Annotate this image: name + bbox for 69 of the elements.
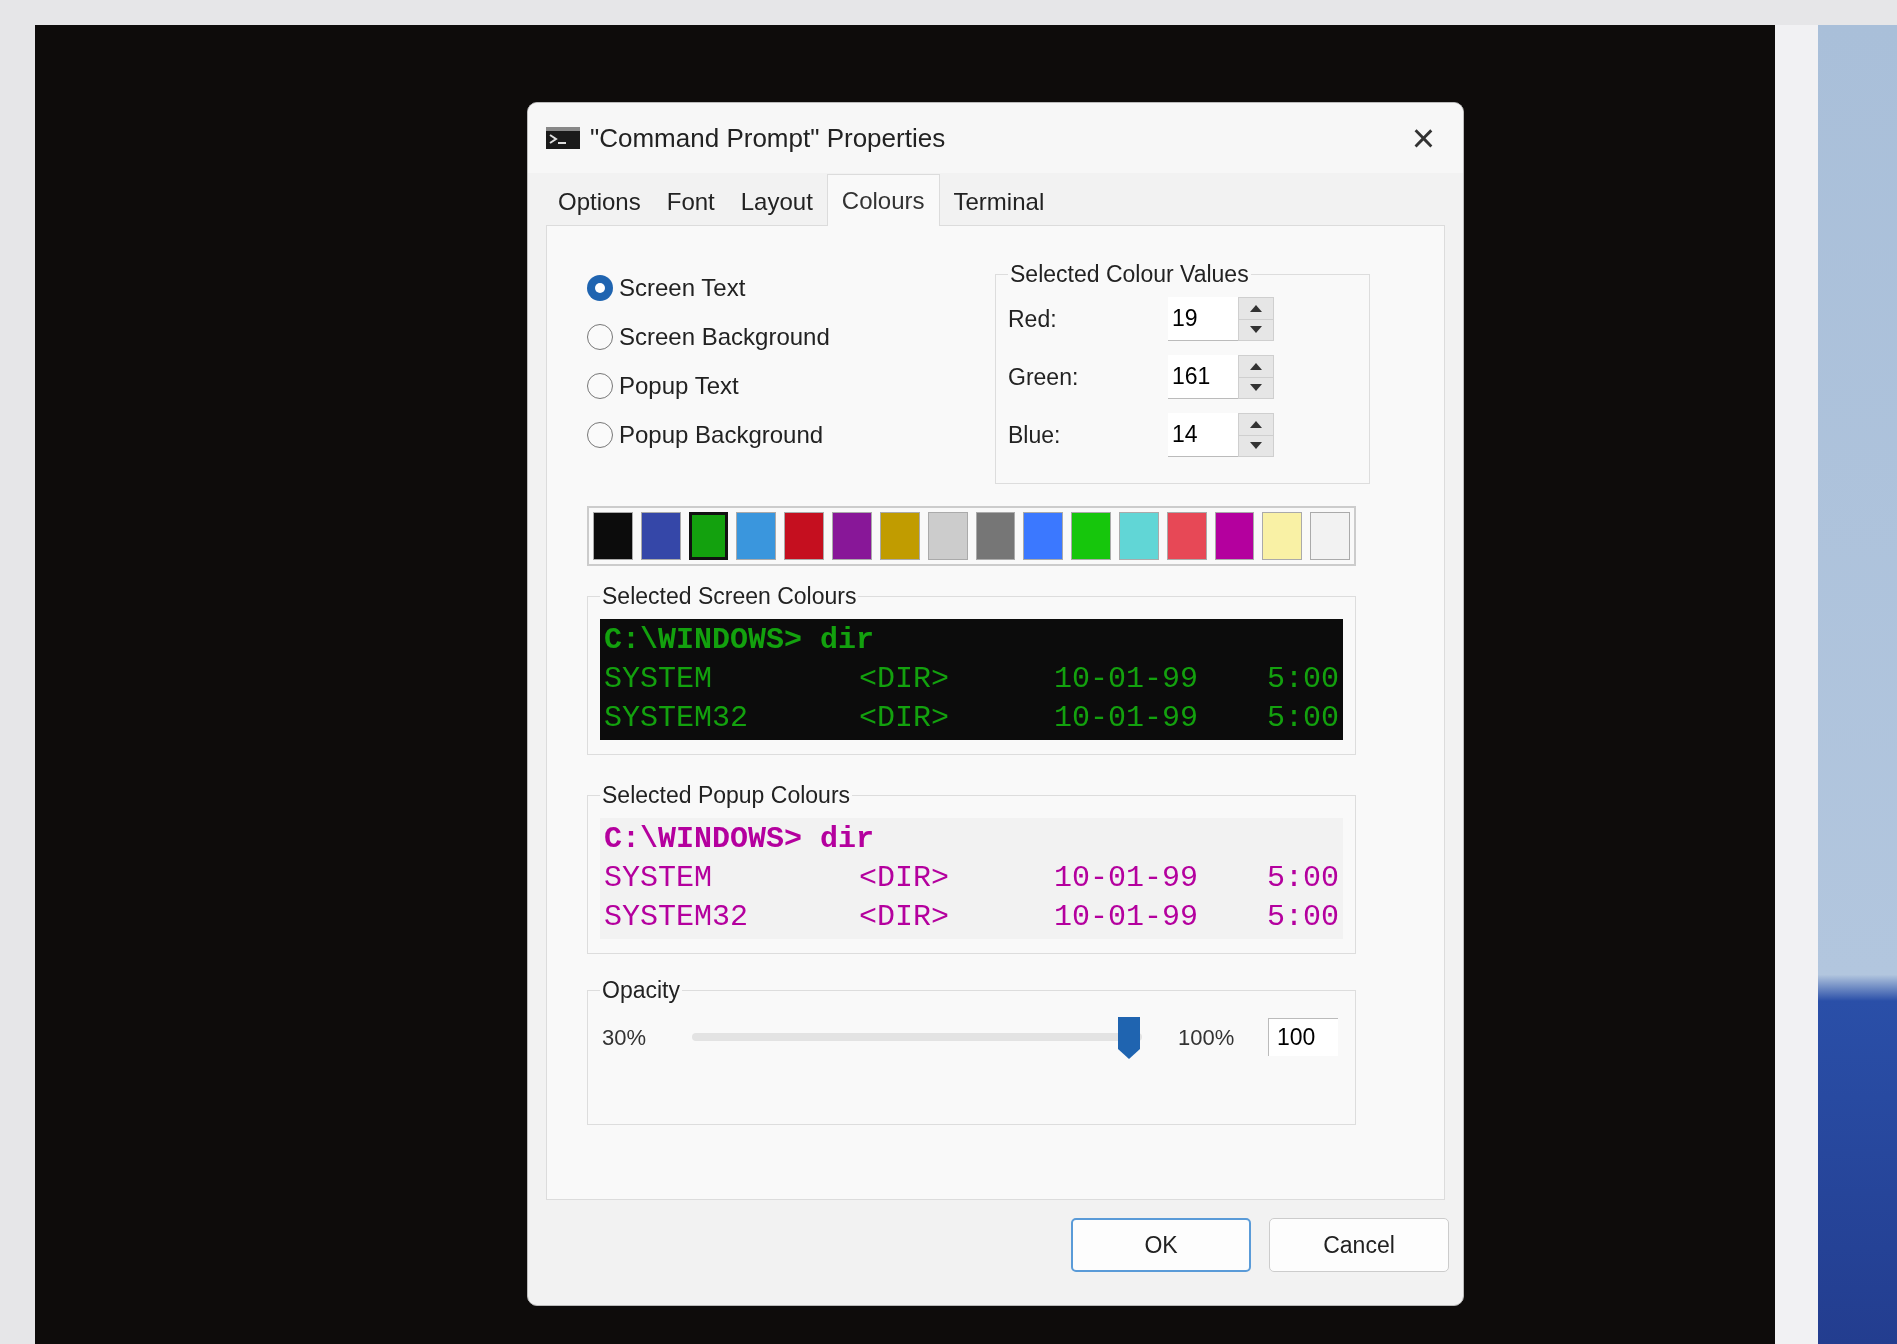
radio-option[interactable]: Screen Background bbox=[587, 319, 995, 354]
radio-button[interactable] bbox=[587, 372, 613, 399]
colour-swatch[interactable] bbox=[927, 512, 968, 560]
colour-swatch[interactable] bbox=[784, 512, 825, 560]
up-arrow-icon bbox=[1250, 420, 1262, 428]
tab[interactable]: Font bbox=[654, 179, 727, 225]
opacity-slider[interactable] bbox=[692, 1017, 1142, 1057]
radio-button[interactable] bbox=[587, 274, 613, 301]
up-arrow-icon bbox=[1250, 362, 1262, 370]
tab[interactable]: Options bbox=[546, 179, 653, 225]
colour-swatch[interactable] bbox=[640, 512, 681, 560]
radio-option[interactable]: Screen Text bbox=[587, 270, 995, 305]
number-field[interactable]: 14 bbox=[1168, 413, 1238, 457]
preview-cell-text: 5:00 bbox=[1267, 899, 1337, 936]
console-icon bbox=[546, 127, 580, 149]
preview-cell-text: SYSTEM32 bbox=[604, 899, 750, 936]
colour-swatch[interactable] bbox=[1071, 512, 1111, 560]
field-label: Blue: bbox=[1008, 420, 1062, 450]
up-arrow-icon bbox=[1250, 304, 1262, 312]
preview-cell-text: 5:00 bbox=[1267, 860, 1337, 897]
colour-swatch[interactable] bbox=[1023, 512, 1064, 560]
opacity-field[interactable]: 100 bbox=[1268, 1018, 1338, 1056]
preview-cell-text: 10-01-99 bbox=[1054, 700, 1200, 737]
preview-cell-text: SYSTEM bbox=[604, 661, 714, 698]
tab[interactable]: Colours bbox=[826, 174, 940, 226]
number-field[interactable]: 161 bbox=[1168, 355, 1238, 399]
tab[interactable]: Terminal bbox=[941, 179, 1057, 225]
tab[interactable]: Layout bbox=[728, 179, 825, 225]
preview-cell-text: <DIR> bbox=[859, 661, 950, 698]
colour-swatch[interactable] bbox=[1118, 512, 1159, 560]
down-arrow-icon bbox=[1250, 384, 1262, 392]
preview-cell-text: 5:00 bbox=[1267, 661, 1337, 698]
down-arrow-icon bbox=[1250, 442, 1262, 450]
min-label: 30% bbox=[602, 1023, 648, 1052]
colour-swatch[interactable] bbox=[736, 512, 777, 560]
max-label: 100% bbox=[1178, 1023, 1236, 1052]
radio-option[interactable]: Popup Text bbox=[587, 368, 995, 403]
preview-cell-text: 10-01-99 bbox=[1054, 661, 1200, 698]
dialog-button[interactable]: Cancel bbox=[1269, 1218, 1449, 1272]
preview-cell-text: 10-01-99 bbox=[1054, 860, 1200, 897]
slider-thumb[interactable] bbox=[1116, 1017, 1142, 1059]
dialog-button[interactable]: OK bbox=[1071, 1218, 1251, 1272]
colour-swatch[interactable] bbox=[593, 512, 633, 560]
radio-button[interactable] bbox=[587, 323, 613, 350]
radio-button[interactable] bbox=[587, 421, 613, 448]
field-label: Green: bbox=[1008, 362, 1080, 392]
colour-swatch[interactable] bbox=[832, 512, 872, 560]
colour-swatch[interactable] bbox=[688, 512, 729, 560]
colour-swatch[interactable] bbox=[879, 512, 920, 560]
preview-line: C:\WINDOWS> dir bbox=[604, 821, 875, 858]
colour-swatch[interactable] bbox=[1166, 512, 1207, 560]
number-field[interactable]: 19 bbox=[1168, 297, 1238, 341]
radio-option[interactable]: Popup Background bbox=[587, 417, 995, 452]
down-arrow-icon bbox=[1250, 326, 1262, 334]
colour-swatch[interactable] bbox=[1310, 512, 1350, 560]
preview-cell-text: <DIR> bbox=[859, 700, 950, 737]
preview-cell-text: 10-01-99 bbox=[1054, 899, 1200, 936]
window-title: "Command Prompt" Properties bbox=[590, 121, 946, 155]
close-button[interactable]: × bbox=[1405, 118, 1441, 158]
colour-swatch[interactable] bbox=[975, 512, 1016, 560]
preview-cell-text: 5:00 bbox=[1267, 700, 1337, 737]
preview-line: C:\WINDOWS> dir bbox=[604, 622, 875, 659]
preview-cell-text: SYSTEM32 bbox=[604, 700, 750, 737]
preview-cell-text: <DIR> bbox=[859, 860, 950, 897]
preview-cell-text: <DIR> bbox=[859, 899, 950, 936]
colour-swatch[interactable] bbox=[1214, 512, 1255, 560]
preview-cell-text: SYSTEM bbox=[604, 860, 714, 897]
colour-swatch[interactable] bbox=[1262, 512, 1303, 560]
field-label: Red: bbox=[1008, 304, 1058, 334]
